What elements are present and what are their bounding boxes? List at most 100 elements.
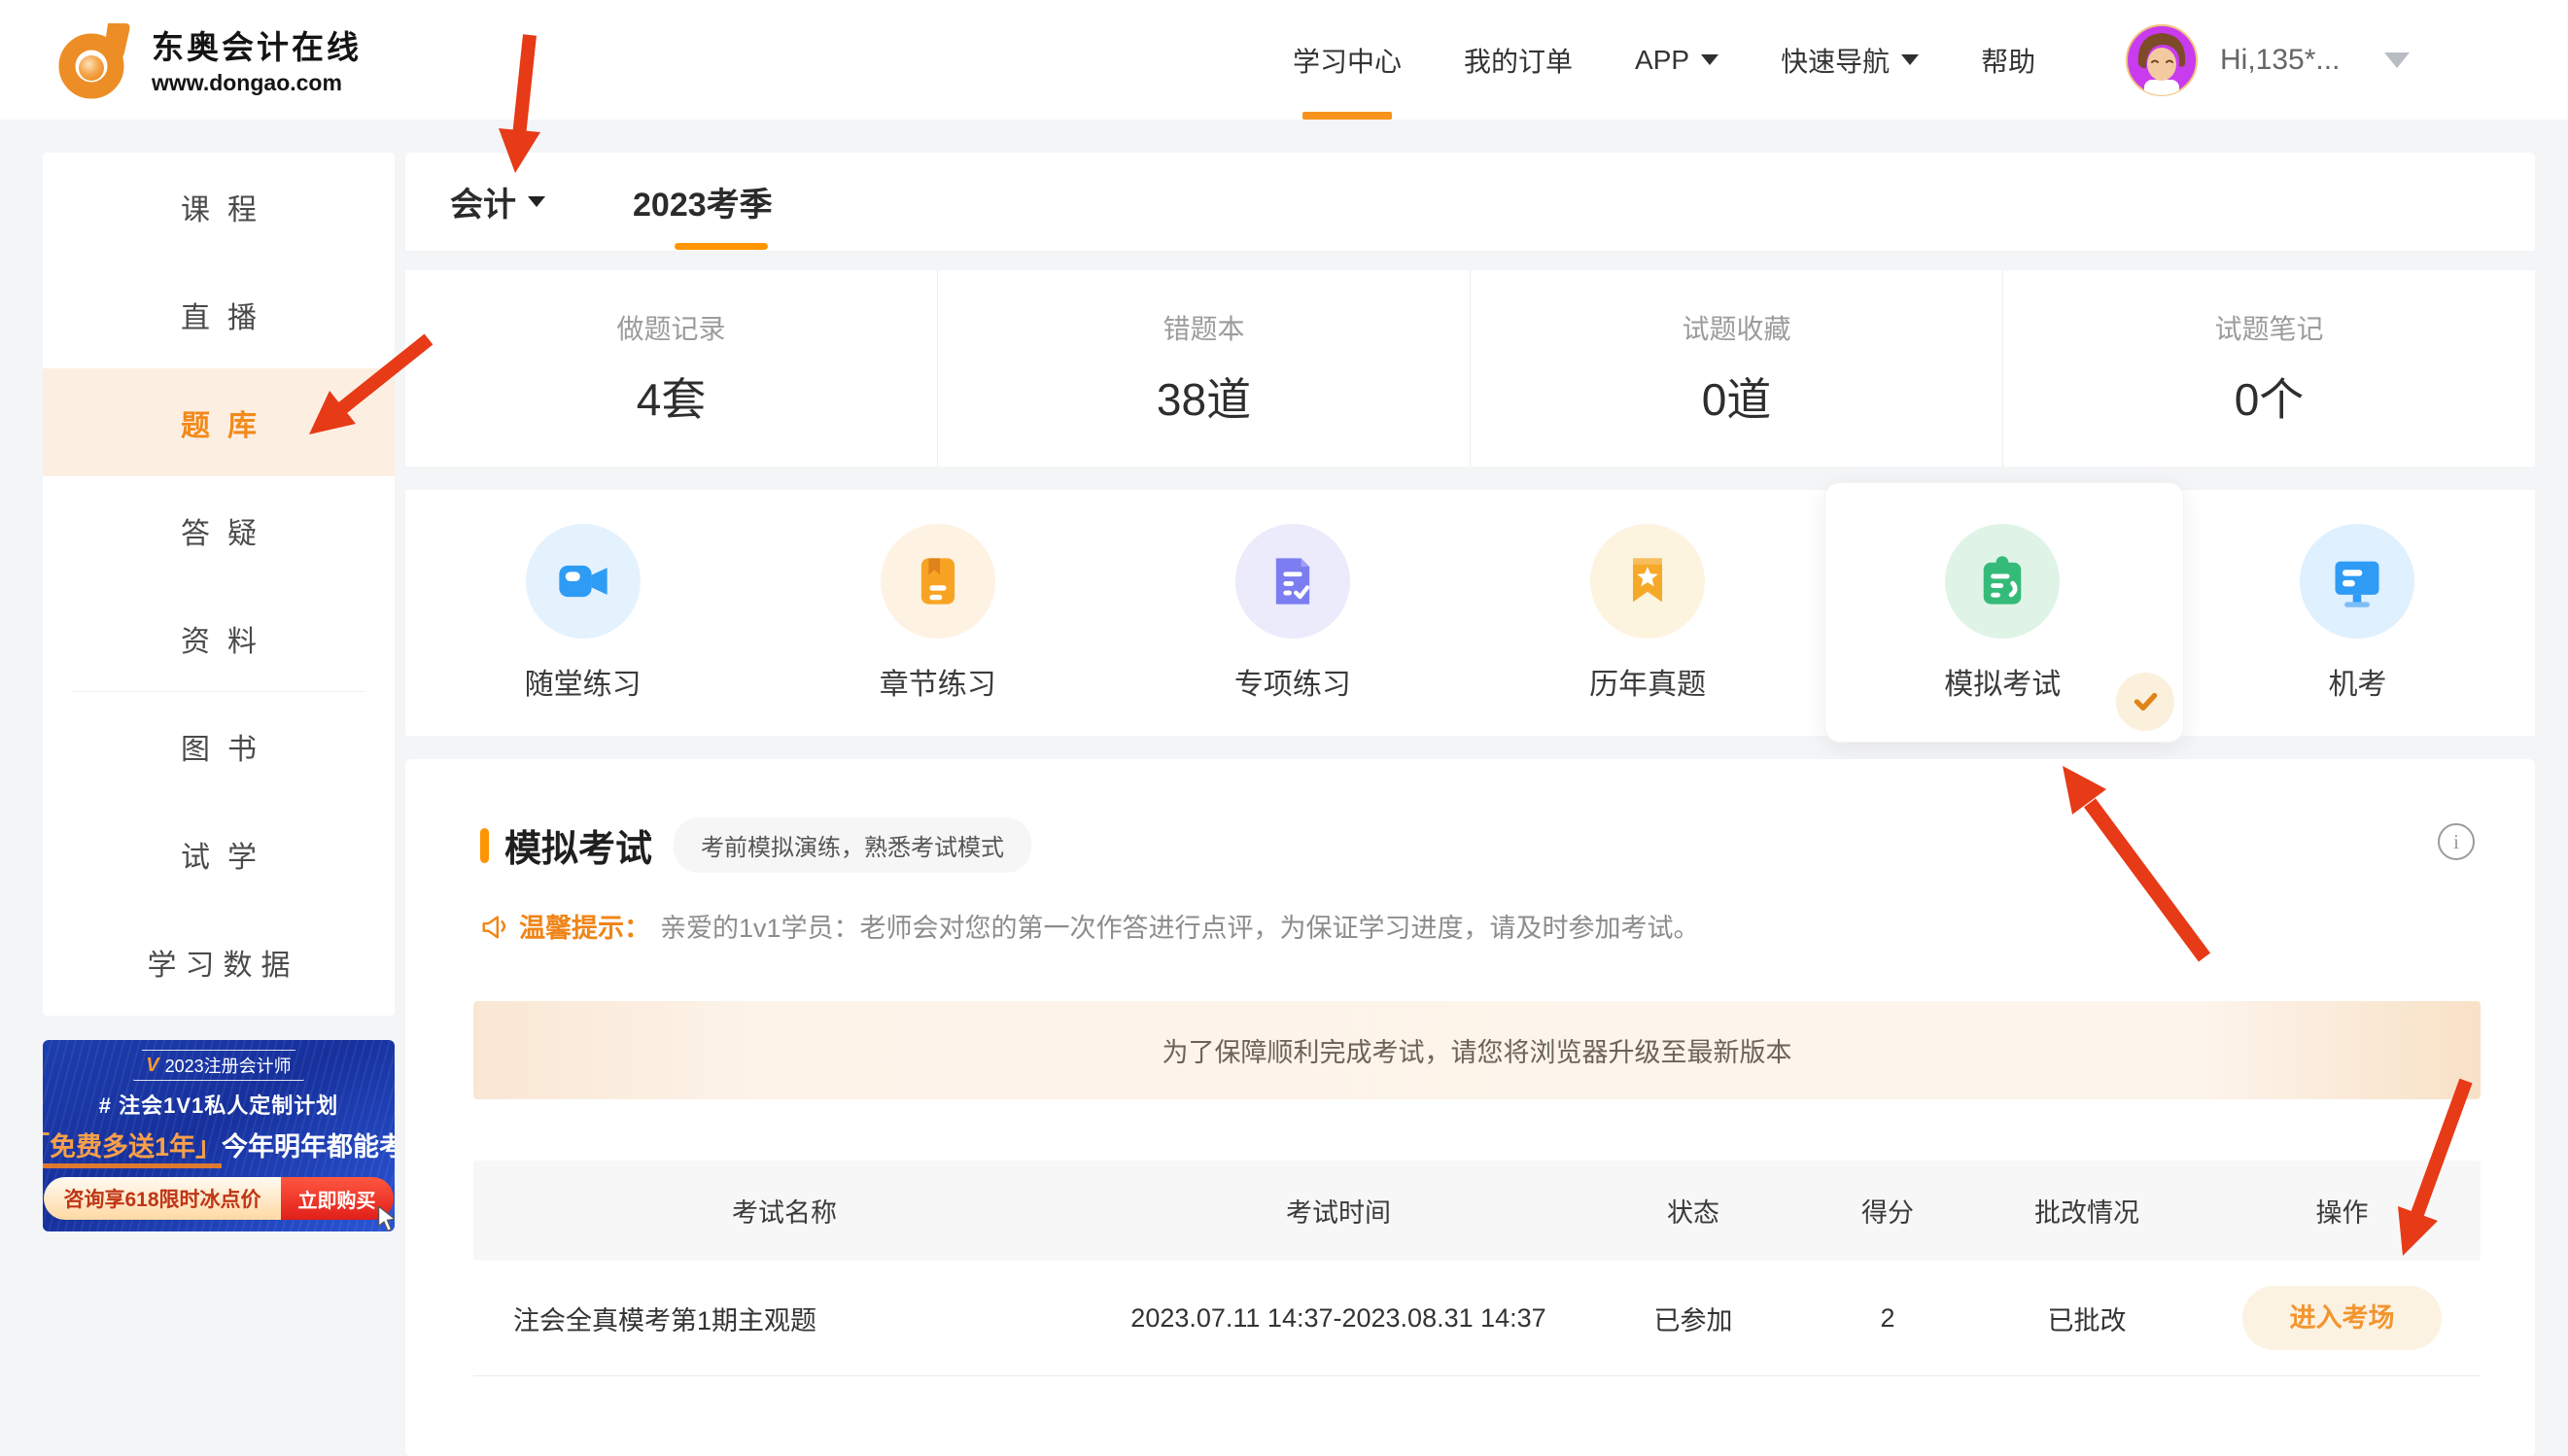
sidebar-item-courses[interactable]: 课程 — [43, 153, 395, 260]
dongao-logo-icon — [54, 14, 136, 103]
exam-name: 注会全真模考第1期主观题 — [473, 1300, 1095, 1337]
site-logo[interactable]: 东奥会计在线 www.dongao.com — [54, 14, 362, 103]
stat-value: 0道 — [1702, 364, 1772, 429]
page: 东奥会计在线 www.dongao.com 学习中心 我的订单 APP 快速导航… — [0, 0, 2568, 1456]
stat-label: 做题记录 — [616, 308, 725, 347]
nav-item-help[interactable]: 帮助 — [1981, 0, 2035, 120]
practice-label: 章节练习 — [880, 660, 996, 703]
exam-time: 2023.07.11 14:37-2023.08.31 14:37 — [1095, 1303, 1581, 1334]
practice-item-special[interactable]: 专项练习 — [1115, 490, 1470, 736]
user-area[interactable]: Hi,135*... — [2125, 0, 2410, 120]
sidebar-item-live[interactable]: 直播 — [43, 260, 395, 368]
nav-label: 帮助 — [1981, 41, 2035, 80]
nav-label: APP — [1635, 45, 1689, 76]
promo-cta[interactable]: 咨询享618限时冰点价 立即购买 — [44, 1177, 393, 1220]
stat-favorites[interactable]: 试题收藏 0道 — [1471, 270, 2003, 467]
exam-status: 已参加 — [1581, 1300, 1805, 1337]
practice-label: 随堂练习 — [525, 660, 642, 703]
stats-bar: 做题记录 4套 错题本 38道 试题收藏 0道 试题笔记 0个 — [405, 270, 2535, 467]
col-header-action: 操作 — [2204, 1192, 2481, 1230]
exam-table-row: 注会全真模考第1期主观题 2023.07.11 14:37-2023.08.31… — [473, 1261, 2481, 1376]
avatar[interactable] — [2125, 23, 2199, 97]
nav-item-study-center[interactable]: 学习中心 — [1293, 0, 1402, 120]
sidebar-item-question-bank[interactable]: 题库 — [43, 368, 395, 476]
section-subtitle-badge: 考前模拟演练，熟悉考试模式 — [674, 817, 1031, 873]
subject-tab-bar: 会计 2023考季 — [405, 153, 2535, 251]
nav-item-quick-nav[interactable]: 快速导航 — [1781, 0, 1919, 120]
mock-exam-section: 模拟考试 考前模拟演练，熟悉考试模式 i 温馨提示： 亲爱的1v1学员：老师会对… — [405, 759, 2535, 1456]
sidebar-item-study-data[interactable]: 学习数据 — [43, 908, 395, 1016]
site-title: 东奥会计在线 — [152, 21, 362, 68]
warm-tip-text: 亲爱的1v1学员：老师会对您的第一次作答进行点评，为保证学习进度，请及时参加考试… — [660, 907, 1700, 945]
top-header: 东奥会计在线 www.dongao.com 学习中心 我的订单 APP 快速导航… — [0, 0, 2568, 120]
nav-item-app[interactable]: APP — [1635, 0, 1718, 120]
stat-value: 0个 — [2235, 364, 2305, 429]
enter-exam-button[interactable]: 进入考场 — [2242, 1286, 2442, 1350]
stat-notes[interactable]: 试题笔记 0个 — [2003, 270, 2535, 467]
nav-label: 学习中心 — [1293, 41, 1402, 80]
sidebar-item-books[interactable]: 图书 — [43, 692, 395, 800]
chevron-down-icon — [1701, 54, 1718, 65]
nav-item-my-orders[interactable]: 我的订单 — [1464, 0, 1573, 120]
practice-label: 模拟考试 — [1944, 660, 2061, 703]
nav-label: 我的订单 — [1464, 41, 1573, 80]
v-logo-icon: V — [146, 1055, 158, 1077]
sidebar-item-qa[interactable]: 答疑 — [43, 476, 395, 584]
warm-tip-row: 温馨提示： 亲爱的1v1学员：老师会对您的第一次作答进行点评，为保证学习进度，请… — [480, 907, 1700, 945]
promo-cta-left[interactable]: 咨询享618限时冰点价 — [44, 1177, 280, 1220]
logo-text: 东奥会计在线 www.dongao.com — [152, 21, 362, 96]
chevron-down-icon — [528, 196, 545, 207]
task-list-icon — [1235, 524, 1350, 639]
promo-line1: # 注会1V1私人定制计划 — [99, 1089, 339, 1120]
nav-label: 快速导航 — [1781, 41, 1890, 80]
notice-text: 为了保障顺利完成考试，请您将浏览器升级至最新版本 — [1163, 1031, 1792, 1069]
site-url: www.dongao.com — [152, 70, 362, 96]
stat-label: 试题笔记 — [2214, 308, 2323, 347]
col-header-exam-name: 考试名称 — [473, 1192, 1095, 1230]
chevron-down-icon[interactable] — [2384, 52, 2410, 68]
tab-season-2023[interactable]: 2023考季 — [633, 153, 773, 251]
exam-score: 2 — [1805, 1303, 1970, 1334]
clipboard-exam-icon — [1945, 524, 2060, 639]
col-header-review: 批改情况 — [1970, 1192, 2204, 1230]
practice-label: 机考 — [2328, 660, 2386, 703]
practice-item-chapter[interactable]: 章节练习 — [760, 490, 1115, 736]
col-header-score: 得分 — [1805, 1192, 1970, 1230]
promo-highlight: 「免费多送1年」 — [43, 1132, 222, 1168]
promo-line2: 「免费多送1年」今年明年都能考! — [43, 1126, 395, 1163]
megaphone-icon — [480, 912, 509, 941]
practice-item-mock-exam[interactable]: 模拟考试 — [1825, 490, 2180, 736]
sidebar: 课程 直播 题库 答疑 资料 图书 试学 学习数据 — [43, 153, 395, 1016]
practice-item-in-class[interactable]: 随堂练习 — [405, 490, 760, 736]
col-header-exam-time: 考试时间 — [1095, 1192, 1581, 1230]
promo-banner[interactable]: V 2023注册会计师 # 注会1V1私人定制计划 「免费多送1年」今年明年都能… — [43, 1040, 395, 1231]
practice-columns: 随堂练习 章节练习 — [405, 490, 2535, 736]
stat-wrong-questions[interactable]: 错题本 38道 — [938, 270, 1471, 467]
stat-practice-record[interactable]: 做题记录 4套 — [405, 270, 938, 467]
cursor-icon — [374, 1204, 395, 1231]
promo-content: V 2023注册会计师 # 注会1V1私人定制计划 「免费多送1年」今年明年都能… — [43, 1040, 395, 1231]
computer-icon — [2300, 524, 2414, 639]
info-icon[interactable]: i — [2438, 823, 2475, 860]
sidebar-item-trial[interactable]: 试学 — [43, 800, 395, 908]
promo-badge: V 2023注册会计师 — [133, 1050, 303, 1081]
subject-dropdown[interactable]: 会计 — [450, 153, 545, 251]
practice-label: 历年真题 — [1589, 660, 1706, 703]
col-header-status: 状态 — [1581, 1192, 1805, 1230]
bookmark-star-icon — [1590, 524, 1705, 639]
exam-review-status: 已批改 — [1970, 1300, 2204, 1337]
practice-item-computer-exam[interactable]: 机考 — [2180, 490, 2535, 736]
chevron-down-icon — [1901, 54, 1919, 65]
promo-line2-rest: 今年明年都能考! — [222, 1132, 395, 1161]
stat-value: 4套 — [637, 364, 707, 429]
stat-label: 试题收藏 — [1682, 308, 1790, 347]
exam-table-header: 考试名称 考试时间 状态 得分 批改情况 操作 — [473, 1161, 2481, 1261]
season-label: 2023考季 — [633, 178, 773, 225]
section-title: 模拟考试 — [504, 818, 652, 872]
active-tab-underline — [675, 243, 768, 250]
practice-item-past-papers[interactable]: 历年真题 — [1471, 490, 1825, 736]
user-greeting[interactable]: Hi,135*... — [2220, 44, 2340, 77]
promo-badge-text: 2023注册会计师 — [165, 1053, 292, 1078]
sidebar-item-materials[interactable]: 资料 — [43, 584, 395, 692]
practice-label: 专项练习 — [1234, 660, 1351, 703]
